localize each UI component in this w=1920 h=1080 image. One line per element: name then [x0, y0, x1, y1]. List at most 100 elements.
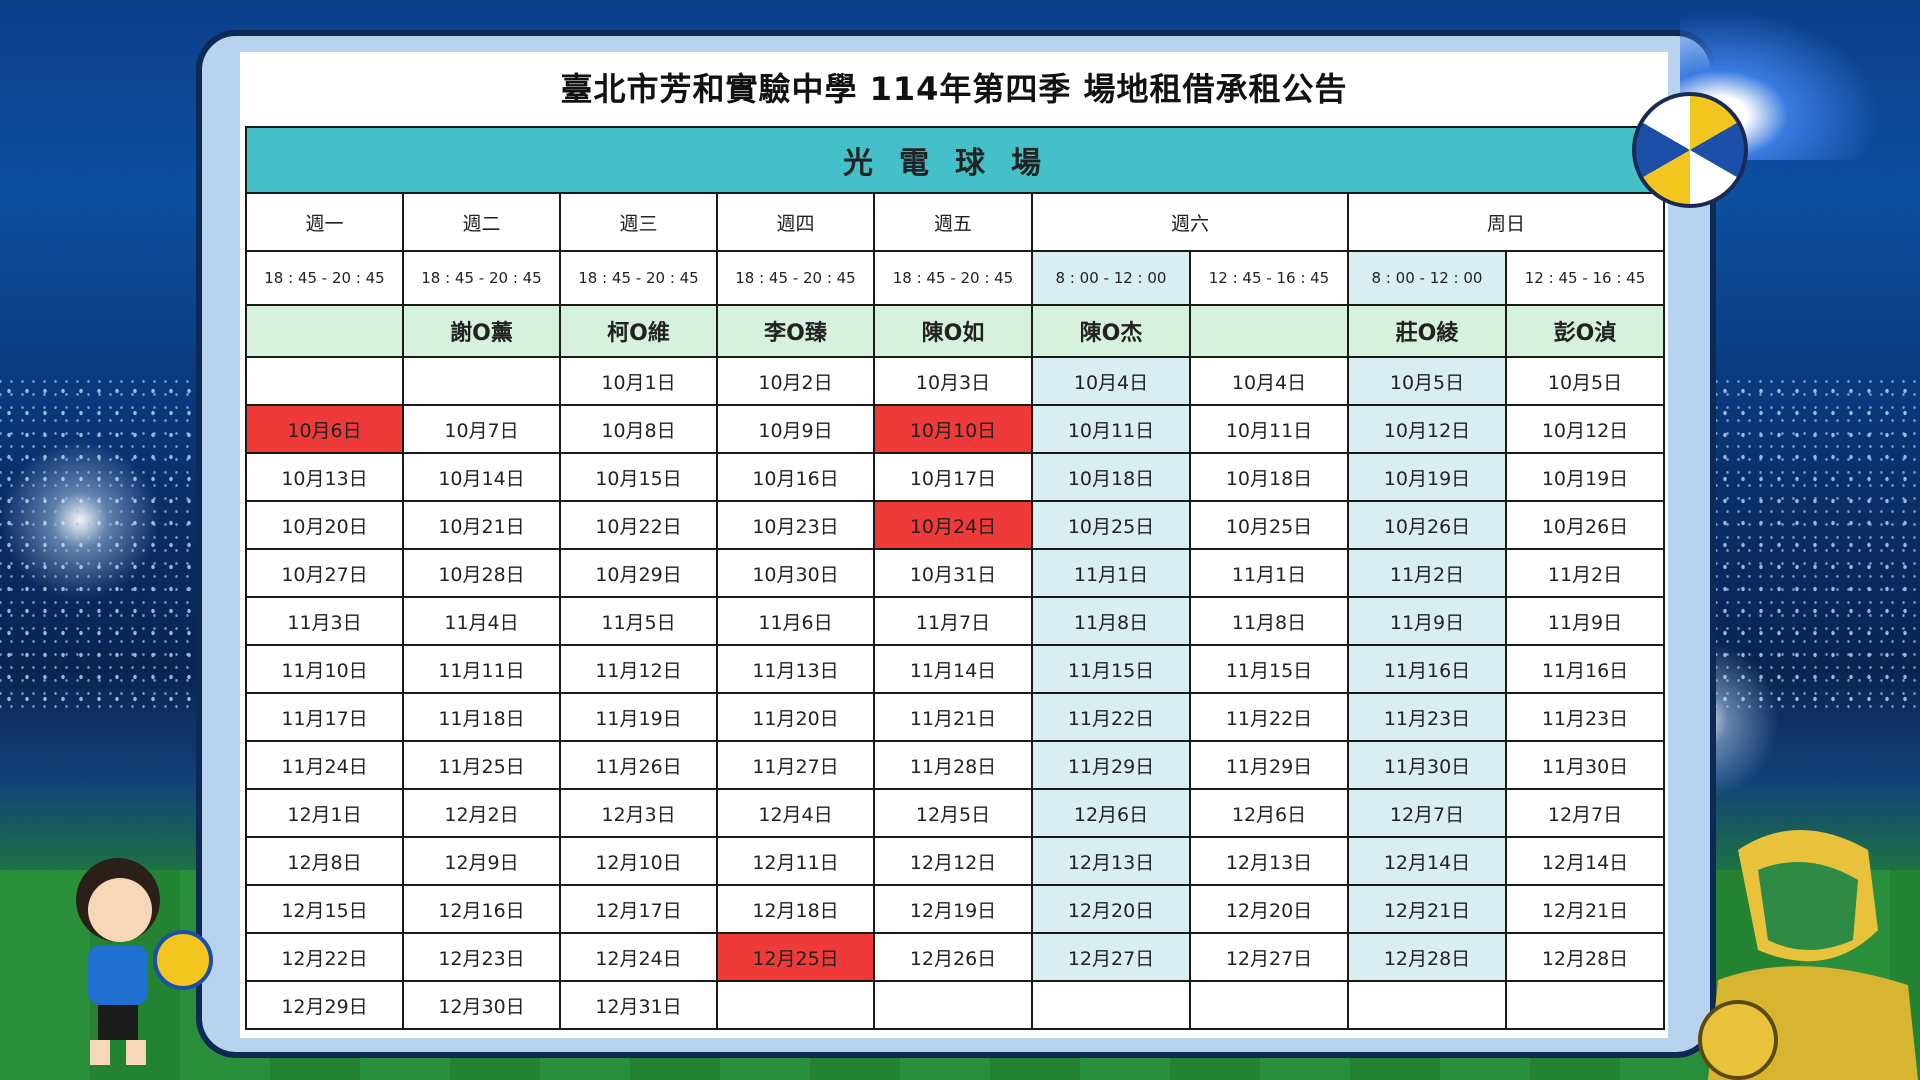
table-row: 10月27日 10月28日 10月29日 10月30日 10月31日 11月1日 11月1日… — [245, 548, 1666, 598]
schedule-sheet: 臺北市芳和實驗中學 114年第四季 場地租借承租公告 光電球場 週一 週二 週三… — [240, 52, 1668, 1038]
date-cell: 11月5日 — [559, 596, 718, 646]
date-cell: 11月2日 — [1504, 548, 1666, 598]
table-row: 12月1日 12月2日 12月3日 12月4日 12月5日 12月6日 12月6日 12月7日… — [245, 788, 1666, 838]
date-cell: 12月2日 — [402, 788, 561, 838]
date-cell: 11月15日 — [1189, 644, 1349, 694]
date-cell: 10月9日 — [716, 404, 875, 454]
venue-header: 光電球場 — [244, 126, 1666, 194]
date-cell: 11月16日 — [1347, 644, 1507, 694]
date-cell: 12月27日 — [1189, 932, 1349, 982]
date-cell: 11月22日 — [1031, 692, 1191, 742]
date-cell: 10月8日 — [559, 404, 718, 454]
date-cell: 12月19日 — [873, 884, 1033, 934]
date-cell: 11月21日 — [873, 692, 1033, 742]
date-cell: 12月16日 — [402, 884, 561, 934]
renter-name — [245, 304, 404, 358]
time-slot: 18 : 45 - 20 : 45 — [716, 250, 875, 306]
volleyball-player-illustration — [76, 858, 213, 1065]
date-cell: 10月21日 — [402, 500, 561, 550]
date-cell: 12月24日 — [559, 932, 718, 982]
date-cell: 10月26日 — [1504, 500, 1666, 550]
date-cell: 11月10日 — [245, 644, 404, 694]
day-header: 週三 — [559, 192, 718, 252]
date-cell: 11月30日 — [1347, 740, 1507, 790]
date-cell — [1347, 980, 1507, 1030]
date-cell: 11月29日 — [1189, 740, 1349, 790]
date-cell: 11月15日 — [1031, 644, 1191, 694]
renter-name: 彭O湞 — [1504, 304, 1666, 358]
date-cell: 11月1日 — [1189, 548, 1349, 598]
date-cell: 10月5日 — [1347, 356, 1507, 406]
date-cell: 12月20日 — [1189, 884, 1349, 934]
date-cell: 10月26日 — [1347, 500, 1507, 550]
date-cell: 10月11日 — [1189, 404, 1349, 454]
date-cell: 12月5日 — [873, 788, 1033, 838]
time-slot: 8 : 00 - 12 : 00 — [1031, 250, 1191, 306]
date-cell: 12月3日 — [559, 788, 718, 838]
date-cell: 12月31日 — [559, 980, 718, 1030]
time-slot: 18 : 45 - 20 : 45 — [402, 250, 561, 306]
date-cell: 10月19日 — [1504, 452, 1666, 502]
date-cell — [1189, 980, 1349, 1030]
date-cell: 11月24日 — [245, 740, 404, 790]
date-cell: 12月7日 — [1504, 788, 1666, 838]
date-cell: 12月7日 — [1347, 788, 1507, 838]
date-cell: 11月2日 — [1347, 548, 1507, 598]
renter-name — [1189, 304, 1349, 358]
date-cell: 10月13日 — [245, 452, 404, 502]
date-cell: 12月6日 — [1189, 788, 1349, 838]
crowd-left — [0, 380, 210, 710]
date-cell: 11月8日 — [1189, 596, 1349, 646]
date-cell: 12月6日 — [1031, 788, 1191, 838]
date-cell: 11月18日 — [402, 692, 561, 742]
date-cell: 10月19日 — [1347, 452, 1507, 502]
date-cell: 12月23日 — [402, 932, 561, 982]
date-cell: 10月31日 — [873, 548, 1033, 598]
time-slot: 18 : 45 - 20 : 45 — [245, 250, 404, 306]
table-row: 12月15日 12月16日 12月17日 12月18日 12月19日 12月20日 12月2… — [245, 884, 1666, 934]
table-row: 10月1日 10月2日 10月3日 10月4日 10月4日 10月5日 10月5日 — [245, 356, 1666, 406]
date-cell: 11月26日 — [559, 740, 718, 790]
time-slot: 12 : 45 - 16 : 45 — [1189, 250, 1349, 306]
date-cell: 11月3日 — [245, 596, 404, 646]
date-cell: 10月4日 — [1189, 356, 1349, 406]
date-cell: 11月22日 — [1189, 692, 1349, 742]
date-cell: 10月10日 — [873, 404, 1033, 454]
day-header: 週六 — [1031, 192, 1349, 252]
date-cell: 10月25日 — [1189, 500, 1349, 550]
date-cell: 12月1日 — [245, 788, 404, 838]
date-cell: 12月10日 — [559, 836, 718, 886]
date-cell: 10月25日 — [1031, 500, 1191, 550]
table-row: 12月22日 12月23日 12月24日 12月25日 12月26日 12月27日 12月2… — [245, 932, 1666, 982]
day-header: 週二 — [402, 192, 561, 252]
date-cell: 10月23日 — [716, 500, 875, 550]
date-cell: 11月9日 — [1504, 596, 1666, 646]
date-cell: 10月5日 — [1504, 356, 1666, 406]
schedule-table: 光電球場 週一 週二 週三 週四 週五 週六 周日 18 : 45 - 20 :… — [244, 126, 1666, 1030]
time-slot: 8 : 00 - 12 : 00 — [1347, 250, 1507, 306]
time-slot: 18 : 45 - 20 : 45 — [559, 250, 718, 306]
date-cell: 10月17日 — [873, 452, 1033, 502]
table-row: 12月8日 12月9日 12月10日 12月11日 12月12日 12月13日 12月13日… — [245, 836, 1666, 886]
date-cell: 10月3日 — [873, 356, 1033, 406]
date-cell: 12月28日 — [1347, 932, 1507, 982]
date-cell: 10月12日 — [1504, 404, 1666, 454]
date-cell: 10月2日 — [716, 356, 875, 406]
date-cell: 10月24日 — [873, 500, 1033, 550]
table-row: 11月24日 11月25日 11月26日 11月27日 11月28日 11月29日 11月2… — [245, 740, 1666, 790]
time-slot: 18 : 45 - 20 : 45 — [873, 250, 1033, 306]
date-cell: 11月25日 — [402, 740, 561, 790]
date-cell: 11月6日 — [716, 596, 875, 646]
volleyball-icon — [1632, 92, 1748, 208]
date-cell: 11月19日 — [559, 692, 718, 742]
date-cell: 11月13日 — [716, 644, 875, 694]
date-cell: 11月23日 — [1347, 692, 1507, 742]
day-header: 周日 — [1346, 192, 1666, 252]
date-cell: 12月17日 — [559, 884, 718, 934]
date-cell: 12月20日 — [1031, 884, 1191, 934]
date-cell: 11月20日 — [716, 692, 875, 742]
date-cell — [873, 980, 1033, 1030]
date-cell: 10月1日 — [559, 356, 718, 406]
renter-name: 莊O綾 — [1347, 304, 1507, 358]
date-cell — [1031, 980, 1191, 1030]
